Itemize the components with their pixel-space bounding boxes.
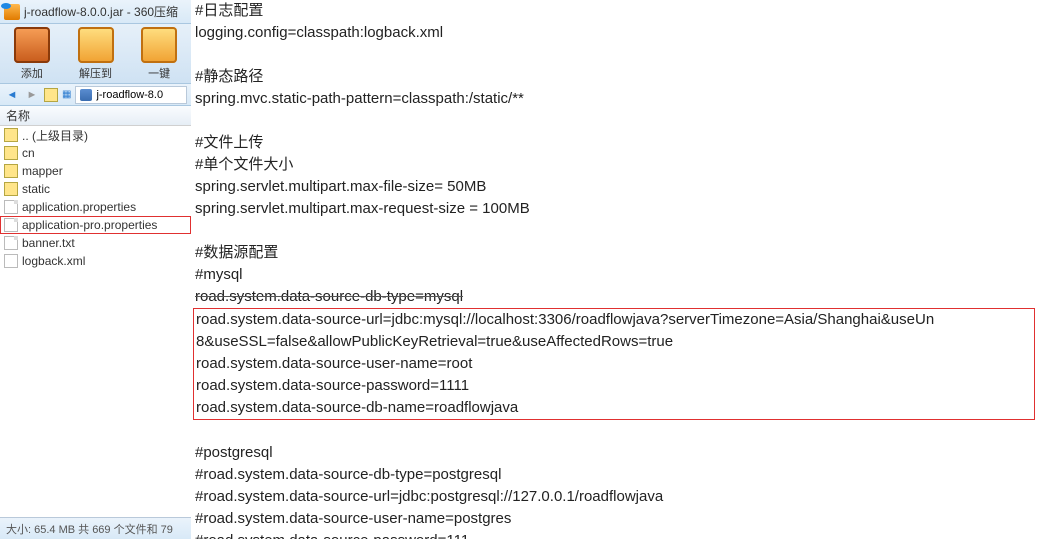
add-icon [14,27,50,63]
content-line: spring.servlet.multipart.max-request-siz… [195,198,1035,220]
status-bar: 大小: 65.4 MB 共 669 个文件和 79 [0,517,191,539]
parent-dir-row[interactable]: .. (上级目录) [0,126,191,144]
extract-icon [78,27,114,63]
folder-icon [4,146,18,160]
folder-icon [4,128,18,142]
content-line: logging.config=classpath:logback.xml [195,22,1035,44]
content-line: road.system.data-source-db-type=mysql [195,286,1035,308]
content-line: road.system.data-source-password=1111 [196,375,1034,397]
content-line: #静态路径 [195,66,1035,88]
toolbar: 添加 解压到 一键 [0,24,191,84]
add-button[interactable]: 添加 [4,27,60,81]
folder-row-cn[interactable]: cn [0,144,191,162]
back-icon[interactable]: ◄ [4,87,20,103]
content-line: #road.system.data-source-password=111 [195,530,1035,539]
content-line: 8&useSSL=false&allowPublicKeyRetrieval=t… [196,331,1034,353]
content-line: road.system.data-source-user-name=root [196,353,1034,375]
folder-row-mapper[interactable]: mapper [0,162,191,180]
forward-icon[interactable]: ► [24,87,40,103]
file-row-app-props[interactable]: application.properties [0,198,191,216]
file-content-viewer: #日志配置 logging.config=classpath:logback.x… [191,0,1039,539]
content-line: #road.system.data-source-url=jdbc:postgr… [195,486,1035,508]
content-line [195,220,1035,242]
breadcrumb-text: j-roadflow-8.0 [96,89,163,101]
nav-bar: ◄ ► ▦ j-roadflow-8.0 [0,84,191,106]
oneclick-icon [141,27,177,63]
archive-panel: j-roadflow-8.0.0.jar - 360压缩 添加 解压到 一键 ◄… [0,0,191,539]
file-icon [4,236,18,250]
content-line: spring.mvc.static-path-pattern=classpath… [195,88,1035,110]
content-line: road.system.data-source-db-name=roadflow… [196,397,1034,419]
folder-icon [4,164,18,178]
list-view-icon[interactable]: ▦ [62,89,71,100]
file-icon [4,200,18,214]
content-line: #日志配置 [195,0,1035,22]
content-line: #文件上传 [195,132,1035,154]
content-line: #road.system.data-source-user-name=postg… [195,508,1035,530]
window-titlebar[interactable]: j-roadflow-8.0.0.jar - 360压缩 [0,0,191,24]
content-line: #单个文件大小 [195,154,1035,176]
content-line: #road.system.data-source-db-type=postgre… [195,464,1035,486]
file-row-banner[interactable]: banner.txt [0,234,191,252]
folder-row-static[interactable]: static [0,180,191,198]
highlighted-config-block: road.system.data-source-url=jdbc:mysql:/… [193,308,1035,420]
up-folder-icon[interactable] [44,88,58,102]
file-row-logback[interactable]: logback.xml [0,252,191,270]
content-line [195,44,1035,66]
file-icon [4,218,18,232]
file-list: .. (上级目录) cn mapper static application.p… [0,126,191,270]
content-line: spring.servlet.multipart.max-file-size= … [195,176,1035,198]
extract-button[interactable]: 解压到 [68,27,124,81]
xml-file-icon [4,254,18,268]
content-line: #postgresql [195,442,1035,464]
content-line: #mysql [195,264,1035,286]
content-line [195,420,1035,442]
jar-icon [80,89,92,101]
content-line: #数据源配置 [195,242,1035,264]
oneclick-button[interactable]: 一键 [131,27,187,81]
folder-icon [4,182,18,196]
content-line: road.system.data-source-url=jdbc:mysql:/… [196,309,1034,331]
file-row-app-pro-props[interactable]: application-pro.properties [0,216,191,234]
column-header-name[interactable]: 名称 [0,106,191,126]
window-title: j-roadflow-8.0.0.jar - 360压缩 [24,3,178,20]
breadcrumb[interactable]: j-roadflow-8.0 [75,86,187,104]
content-line [195,110,1035,132]
